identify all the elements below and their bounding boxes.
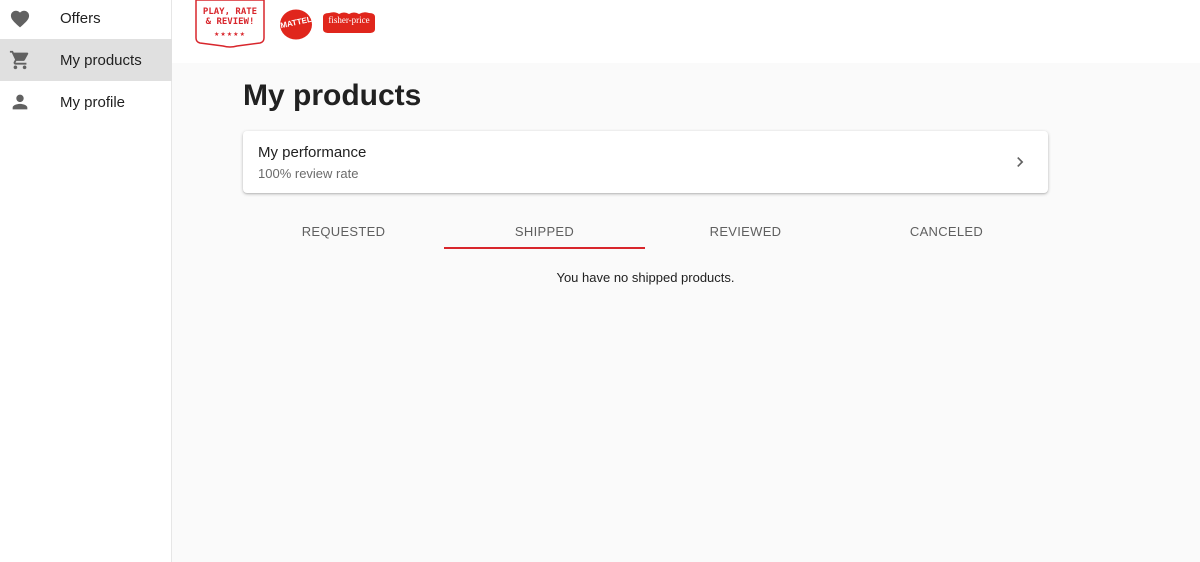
active-tab-indicator <box>444 247 645 249</box>
product-tabs: REQUESTED SHIPPED REVIEWED CANCELED <box>243 212 1048 250</box>
fisher-price-logo-text: fisher-price <box>328 15 370 25</box>
tab-requested[interactable]: REQUESTED <box>243 212 444 250</box>
fisher-price-logo[interactable]: fisher-price <box>321 11 377 35</box>
my-performance-card[interactable]: My performance 100% review rate <box>243 131 1048 193</box>
header: PLAY, RATE & REVIEW! ★★★★★ MATTEL fisher… <box>172 0 1200 63</box>
logo-stars: ★★★★★ <box>214 32 246 38</box>
sidebar-item-my-profile[interactable]: My profile <box>0 81 172 123</box>
play-rate-review-logo[interactable]: PLAY, RATE & REVIEW! ★★★★★ <box>193 0 267 50</box>
cart-icon <box>8 48 32 72</box>
mattel-logo[interactable]: MATTEL <box>279 9 313 40</box>
sidebar-item-my-products[interactable]: My products <box>0 39 172 81</box>
sidebar: Offers My products My profile <box>0 0 172 562</box>
logo-text-line-2: & REVIEW! <box>205 17 255 27</box>
sidebar-item-label: Offers <box>60 9 101 27</box>
heart-icon <box>8 6 32 30</box>
performance-subtitle: 100% review rate <box>258 166 359 181</box>
performance-title: My performance <box>258 144 367 161</box>
tab-reviewed[interactable]: REVIEWED <box>645 212 846 250</box>
sidebar-item-label: My products <box>60 51 142 69</box>
person-icon <box>8 90 32 114</box>
chevron-right-icon <box>1010 152 1030 172</box>
sidebar-item-label: My profile <box>60 93 126 111</box>
page-title: My products <box>243 79 422 112</box>
tab-shipped[interactable]: SHIPPED <box>444 212 645 250</box>
empty-state-message: You have no shipped products. <box>556 270 735 285</box>
logo-text-line-1: PLAY, RATE <box>202 7 258 17</box>
sidebar-item-offers[interactable]: Offers <box>0 0 172 39</box>
tab-canceled[interactable]: CANCELED <box>846 212 1047 250</box>
